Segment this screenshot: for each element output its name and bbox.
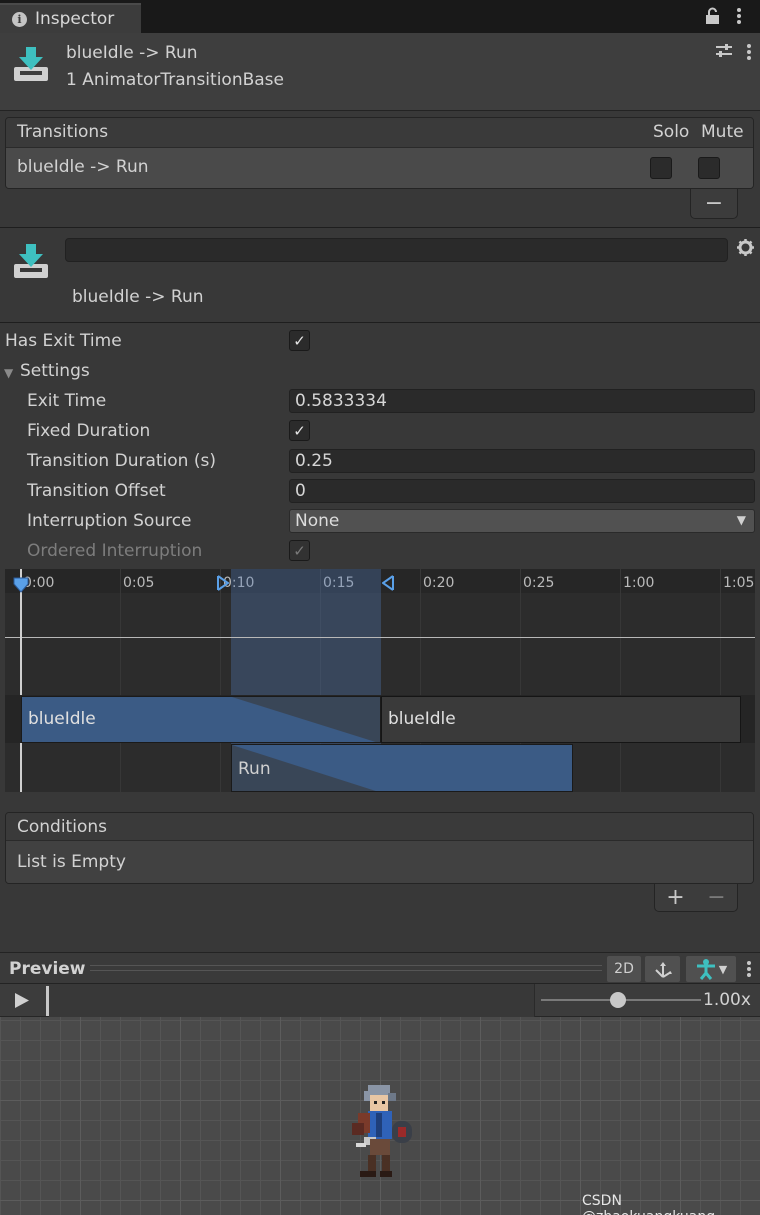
dest-clip-label: Run xyxy=(238,759,271,779)
conditions-header-label: Conditions xyxy=(17,817,107,837)
playhead-line-h xyxy=(5,637,755,638)
transition-icon xyxy=(14,47,48,81)
transition-end-marker-icon[interactable] xyxy=(382,575,394,591)
transition-start-marker-icon[interactable] xyxy=(217,575,229,591)
transition-remove-button[interactable]: − xyxy=(690,189,738,219)
divider xyxy=(0,322,760,323)
character-sprite xyxy=(352,1085,412,1177)
mute-column-label: Mute xyxy=(701,122,744,142)
remove-condition-button[interactable]: − xyxy=(707,885,725,910)
settings-gear-icon[interactable] xyxy=(737,239,754,261)
preset-icon[interactable] xyxy=(716,43,732,64)
preview-header: Preview 2D ▼ xyxy=(0,952,760,984)
transition-name-field[interactable] xyxy=(65,238,728,262)
fixed-duration-label: Fixed Duration xyxy=(27,421,151,441)
source-clip-repeat-label: blueIdle xyxy=(388,709,456,729)
humanoid-icon xyxy=(696,959,715,980)
transition-duration-label: Transition Duration (s) xyxy=(27,451,216,471)
preview-scrub-track[interactable] xyxy=(49,984,535,1017)
transition-offset-field[interactable]: 0 xyxy=(289,479,755,503)
transitions-header-label: Transitions xyxy=(17,122,109,142)
watermark: CSDN @zhaokuangkuang_ xyxy=(582,1193,722,1215)
conditions-footer: + − xyxy=(654,884,738,912)
mute-checkbox[interactable] xyxy=(698,157,720,179)
tick-label: 0:25 xyxy=(523,575,555,591)
header-subtitle: 1 AnimatorTransitionBase xyxy=(66,70,284,90)
settings-label[interactable]: Settings xyxy=(20,361,90,381)
exit-time-field[interactable]: 0.5833334 xyxy=(289,389,755,413)
preview-drag-handle[interactable] xyxy=(90,965,602,971)
ordered-interruption-label: Ordered Interruption xyxy=(27,541,203,561)
dropdown-arrow-icon: ▼ xyxy=(736,513,746,527)
dest-clip[interactable]: Run xyxy=(231,744,573,792)
avatar-dropdown-icon: ▼ xyxy=(718,962,728,976)
conditions-list: Conditions List is Empty xyxy=(5,812,754,884)
inspector-header: blueIdle -> Run 1 AnimatorTransitionBase xyxy=(0,33,760,111)
transition-row-name: blueIdle -> Run xyxy=(17,157,149,177)
transition-row[interactable]: blueIdle -> Run xyxy=(6,148,753,188)
playhead-line xyxy=(20,569,22,792)
ordered-interruption-checkbox: ✓ xyxy=(289,540,310,561)
remove-label: − xyxy=(704,191,724,216)
solo-checkbox[interactable] xyxy=(650,157,672,179)
playhead-marker-icon[interactable] xyxy=(13,577,29,593)
source-clip-label: blueIdle xyxy=(28,709,96,729)
preview-title[interactable]: Preview xyxy=(9,959,86,979)
tab-bar: i Inspector xyxy=(0,0,760,33)
conditions-body: List is Empty xyxy=(6,841,753,883)
transition-detail-icon xyxy=(14,244,48,278)
tab-label: Inspector xyxy=(35,9,115,29)
tick-label: 1:05 xyxy=(723,575,755,591)
source-clip-repeat: blueIdle xyxy=(381,696,741,743)
add-condition-button[interactable]: + xyxy=(666,885,684,910)
timeline-tick xyxy=(620,569,621,792)
divider xyxy=(0,227,760,228)
tab-inspector[interactable]: i Inspector xyxy=(0,3,141,33)
timeline-tick xyxy=(720,569,721,792)
settings-foldout-icon[interactable]: ▼ xyxy=(4,366,13,380)
exit-time-label: Exit Time xyxy=(27,391,107,411)
transitions-list: Transitions Solo Mute blueIdle -> Run xyxy=(5,117,754,189)
pivot-icon[interactable] xyxy=(645,956,680,982)
check-icon: ✓ xyxy=(293,331,306,350)
preview-more-icon[interactable] xyxy=(745,960,753,983)
source-clip[interactable]: blueIdle xyxy=(21,696,381,743)
speed-slider-thumb[interactable] xyxy=(610,992,626,1008)
conditions-empty-text: List is Empty xyxy=(17,852,126,872)
tick-label: 0:20 xyxy=(423,575,455,591)
has-exit-time-label: Has Exit Time xyxy=(5,331,122,351)
transition-offset-label: Transition Offset xyxy=(27,481,166,501)
check-icon: ✓ xyxy=(293,541,306,560)
mode-2d-button[interactable]: 2D xyxy=(607,956,641,982)
speed-label: 1.00x xyxy=(703,990,751,1010)
timeline-tick xyxy=(220,569,221,792)
transition-timeline[interactable]: 0:00 0:05 0:10 0:15 0:20 0:25 1:00 1:05 … xyxy=(5,569,755,792)
preview-viewport[interactable]: CSDN @zhaokuangkuang_ xyxy=(0,1017,760,1215)
interruption-source-value: None xyxy=(295,511,340,531)
interruption-source-label: Interruption Source xyxy=(27,511,192,531)
fixed-duration-checkbox[interactable]: ✓ xyxy=(289,420,310,441)
lock-icon[interactable] xyxy=(705,7,720,29)
check-icon: ✓ xyxy=(293,421,306,440)
header-more-icon[interactable] xyxy=(745,43,753,66)
preview-toolbar: 1.00x xyxy=(0,984,760,1017)
transition-duration-field[interactable]: 0.25 xyxy=(289,449,755,473)
play-icon[interactable] xyxy=(14,992,30,1009)
transitions-header: Transitions Solo Mute xyxy=(6,118,753,148)
timeline-tick xyxy=(120,569,121,792)
more-options-icon[interactable] xyxy=(735,7,743,29)
conditions-header: Conditions xyxy=(6,813,753,841)
tick-label: 0:05 xyxy=(123,575,155,591)
tick-label: 1:00 xyxy=(623,575,655,591)
info-icon: i xyxy=(12,11,27,27)
has-exit-time-checkbox[interactable]: ✓ xyxy=(289,330,310,351)
transition-detail-label: blueIdle -> Run xyxy=(72,287,204,307)
avatar-model-button[interactable]: ▼ xyxy=(686,956,736,982)
header-title: blueIdle -> Run xyxy=(66,43,198,63)
interruption-source-dropdown[interactable]: None ▼ xyxy=(289,509,755,533)
solo-column-label: Solo xyxy=(653,122,690,142)
source-fade xyxy=(232,697,380,742)
